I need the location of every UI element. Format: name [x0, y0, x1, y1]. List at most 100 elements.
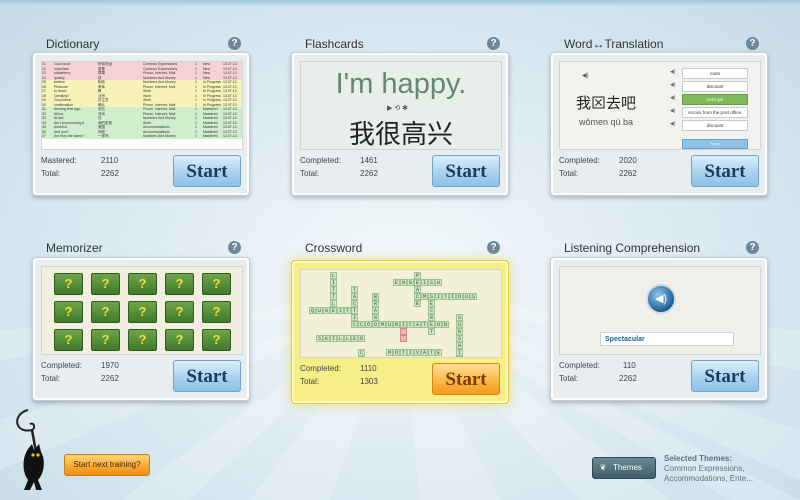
crossword-cell[interactable]: R	[372, 300, 379, 307]
crossword-cell[interactable]: M	[379, 321, 386, 328]
audio-play-icon[interactable]: ◀)	[646, 284, 676, 314]
crossword-cell[interactable]: A	[372, 307, 379, 314]
crossword-cell[interactable]: E	[351, 335, 358, 342]
crossword-cell[interactable]: N	[372, 314, 379, 321]
word-translation-start-button[interactable]: Start	[691, 155, 759, 187]
memorizer-tile[interactable]: ?	[202, 329, 231, 351]
dictionary-row[interactable]: 37 Are they the same? 一样吗 Numbers And Money…	[42, 134, 242, 139]
crossword-start-button[interactable]: Start	[432, 363, 500, 395]
memorizer-tile[interactable]: ?	[128, 301, 157, 323]
crossword-help-icon[interactable]: ?	[487, 241, 500, 254]
crossword-cell[interactable]: T	[344, 307, 351, 314]
speaker-icon[interactable]: ◀)	[582, 72, 589, 79]
crossword-cell[interactable]: S	[316, 335, 323, 342]
crossword-cell[interactable]: E	[435, 349, 442, 356]
crossword-cell[interactable]: T	[400, 349, 407, 356]
crossword-cell[interactable]: U	[316, 307, 323, 314]
dictionary-card[interactable]: 21 Good luck! 祝你好运 Common Expressions 1 New 13…	[32, 52, 250, 196]
word-translation-help-icon[interactable]: ?	[746, 37, 759, 50]
crossword-cell[interactable]: T	[330, 293, 337, 300]
crossword-cell[interactable]: E	[330, 307, 337, 314]
crossword-cell[interactable]: C	[351, 321, 358, 328]
crossword-cell[interactable]: T	[351, 307, 358, 314]
wt-option[interactable]: discount	[682, 120, 748, 131]
settings-icon[interactable]: ✱	[402, 105, 408, 112]
crossword-cell[interactable]: M	[386, 349, 393, 356]
crossword-cell[interactable]: G	[407, 279, 414, 286]
crossword-cell[interactable]: U	[456, 321, 463, 328]
crossword-cell[interactable]: E	[414, 300, 421, 307]
memorizer-start-button[interactable]: Start	[173, 360, 241, 392]
crossword-cell[interactable]: D	[372, 321, 379, 328]
word-translation-card[interactable]: ◀) 我⊠去吧 wǒmen qù ba route ◀) discount ◀) Let…	[550, 52, 768, 196]
crossword-cell[interactable]: I	[435, 293, 442, 300]
crossword-cell[interactable]: M	[421, 293, 428, 300]
memorizer-tile[interactable]: ?	[54, 329, 83, 351]
option-speaker-icon[interactable]: ◀)	[670, 121, 676, 127]
memorizer-tile[interactable]: ?	[91, 329, 120, 351]
crossword-cell[interactable]: I	[449, 293, 456, 300]
crossword-cell[interactable]: T	[351, 286, 358, 293]
crossword-cell[interactable]: O	[393, 349, 400, 356]
crossword-cell[interactable]: K	[323, 335, 330, 342]
crossword-cell[interactable]: N	[456, 328, 463, 335]
crossword-cell[interactable]: H	[435, 279, 442, 286]
memorizer-tile[interactable]: ?	[165, 329, 194, 351]
crossword-cell[interactable]	[400, 328, 407, 335]
crossword-cell[interactable]: U	[386, 321, 393, 328]
crossword-cell[interactable]: U	[463, 293, 470, 300]
option-speaker-icon[interactable]: ◀)	[670, 69, 676, 75]
memorizer-tile[interactable]: ?	[202, 301, 231, 323]
crossword-cell[interactable]: E	[414, 279, 421, 286]
crossword-cell[interactable]: S	[456, 314, 463, 321]
crossword-cell[interactable]: T	[330, 286, 337, 293]
crossword-cell[interactable]: I	[330, 335, 337, 342]
crossword-cell[interactable]: N	[456, 356, 463, 357]
crossword-cell[interactable]: L	[330, 300, 337, 307]
flashcards-card[interactable]: I'm happy. ▶ ⟲ ✱ 我很高兴 Completed: 1461 Tot…	[291, 52, 509, 196]
option-speaker-icon[interactable]: ◀)	[670, 108, 676, 114]
crossword-cell[interactable]: S	[428, 293, 435, 300]
crossword-cell[interactable]: C	[358, 349, 365, 356]
crossword-cell[interactable]: C	[358, 321, 365, 328]
crossword-cell[interactable]: S	[456, 335, 463, 342]
wt-next-button[interactable]: Next	[682, 139, 748, 149]
memorizer-help-icon[interactable]: ?	[228, 241, 241, 254]
crossword-cell[interactable]: I	[456, 349, 463, 356]
dictionary-start-button[interactable]: Start	[173, 155, 241, 187]
memorizer-tile[interactable]: ?	[128, 329, 157, 351]
flip-icon[interactable]: ⟲	[394, 105, 400, 112]
wt-option[interactable]: route	[682, 68, 748, 79]
crossword-cell[interactable]: O	[435, 321, 442, 328]
listening-help-icon[interactable]: ?	[746, 241, 759, 254]
memorizer-tile[interactable]: ?	[91, 301, 120, 323]
crossword-cell[interactable]: N	[393, 321, 400, 328]
crossword-cell[interactable]: T	[428, 349, 435, 356]
crossword-cell[interactable]: I	[400, 321, 407, 328]
flashcards-start-button[interactable]: Start	[432, 155, 500, 187]
crossword-cell[interactable]: S	[470, 293, 477, 300]
crossword-cell[interactable]: N	[400, 279, 407, 286]
crossword-cell[interactable]: A	[323, 307, 330, 314]
crossword-card[interactable]: ENGLISHAMBITIOUSQUALITYCOMMUNICATIONSKIL…	[291, 260, 509, 404]
crossword-cell[interactable]: H	[456, 342, 463, 349]
memorizer-card[interactable]: ??????????????? Completed: 1970 Total: 226…	[32, 257, 250, 401]
crossword-cell[interactable]: C	[351, 300, 358, 307]
memorizer-tile[interactable]: ?	[202, 273, 231, 295]
crossword-cell[interactable]: T	[428, 328, 435, 335]
flashcards-help-icon[interactable]: ?	[487, 37, 500, 50]
crossword-cell[interactable]: E	[428, 300, 435, 307]
crossword-cell[interactable]: O	[365, 321, 372, 328]
crossword-cell[interactable]: O	[358, 356, 365, 357]
crossword-cell[interactable]: L	[344, 335, 351, 342]
crossword-cell[interactable]: R	[428, 314, 435, 321]
listening-card[interactable]: ◀) Spectacular Completed: 110 Total: 2262 …	[550, 257, 768, 401]
wt-option[interactable]: Let's go!	[682, 94, 748, 105]
crossword-cell[interactable]: A	[414, 321, 421, 328]
crossword-cell[interactable]: I	[337, 307, 344, 314]
wt-option[interactable]: discount	[682, 81, 748, 92]
crossword-cell[interactable]: V	[414, 349, 421, 356]
crossword-cell[interactable]: S	[428, 279, 435, 286]
listening-start-button[interactable]: Start	[691, 360, 759, 392]
crossword-cell[interactable]: C	[428, 307, 435, 314]
